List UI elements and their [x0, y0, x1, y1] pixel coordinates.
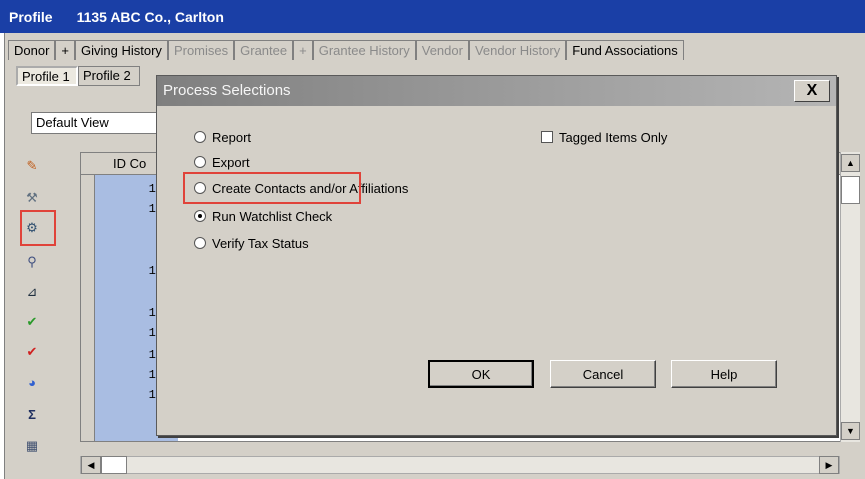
grid-cell[interactable]: 3 [95, 283, 165, 300]
help-button[interactable]: Help [671, 360, 777, 388]
process-selections-dialog: Process Selections X Report Export Creat… [156, 75, 837, 436]
dialog-title: Process Selections [157, 76, 836, 106]
grid-cell[interactable]: 11 [95, 181, 165, 198]
tab-profile-2[interactable]: Profile 2 [78, 66, 140, 86]
grid-cell[interactable]: 11 [95, 347, 165, 364]
tab-giving-history[interactable]: Giving History [75, 40, 168, 60]
highlight-process-icon [20, 210, 56, 246]
grid-cell[interactable]: 11 [95, 367, 165, 384]
window-titlebar: Profile 1135 ABC Co., Carlton [0, 0, 865, 33]
scroll-thumb[interactable] [841, 176, 860, 204]
tab-promises[interactable]: Promises [167, 40, 235, 60]
tab-fund-associations[interactable]: Fund Associations [566, 40, 684, 60]
grid-cell[interactable]: 12 [95, 387, 165, 404]
grid-col-id[interactable]: ID Co [113, 156, 146, 171]
check-red-icon[interactable]: ✔ [22, 342, 42, 362]
pencil-icon[interactable]: ✎ [22, 156, 42, 176]
tagged-only-label: Tagged Items Only [559, 129, 668, 145]
scroll-up-icon[interactable]: ▲ [841, 154, 860, 172]
grid-cell[interactable]: 3 [95, 243, 165, 260]
module-title: Profile [9, 8, 53, 25]
wrench-icon[interactable]: ⚒ [22, 188, 42, 208]
radio-run-watchlist[interactable] [194, 210, 206, 222]
tab-donor[interactable]: Donor [8, 40, 56, 60]
option-report-label: Report [212, 129, 252, 145]
option-verify-tax[interactable]: Verify Tax Status [194, 234, 309, 252]
highlight-run-watchlist [183, 172, 361, 204]
option-export-label: Export [212, 154, 250, 170]
tab-profile-1[interactable]: Profile 1 [16, 66, 78, 86]
scroll-right-icon[interactable]: ▶ [819, 456, 839, 474]
search-icon[interactable]: ⚲ [22, 252, 42, 272]
grid-cell[interactable]: 11 [95, 201, 165, 218]
grid-cell[interactable]: 14 [95, 305, 165, 322]
grid-cell[interactable]: 12 [95, 263, 165, 280]
view-select[interactable]: Default View [31, 112, 157, 134]
tab-vendor[interactable]: Vendor [415, 40, 469, 60]
scroll-down-icon[interactable]: ▼ [841, 422, 860, 440]
grid-vertical-scrollbar[interactable]: ▲ ▼ [840, 152, 860, 442]
hscroll-thumb[interactable] [101, 456, 127, 474]
tabs-row-secondary: Profile 1 Profile 2 [16, 66, 140, 86]
tab-grantee[interactable]: Grantee [234, 40, 294, 60]
report-icon[interactable]: ▦ [22, 436, 42, 456]
radio-export[interactable] [194, 156, 206, 168]
tab-vendor-history[interactable]: Vendor History [468, 40, 567, 60]
filter-icon[interactable]: ⊿ [22, 282, 42, 302]
close-icon[interactable]: X [794, 80, 830, 102]
check-green-icon[interactable]: ✔ [22, 312, 42, 332]
option-run-watchlist[interactable]: Run Watchlist Check [194, 207, 332, 225]
radio-report[interactable] [194, 131, 206, 143]
grid-cell[interactable] [95, 221, 165, 238]
grid-horizontal-scrollbar[interactable]: ◀ ▶ [80, 456, 840, 474]
sum-icon[interactable]: Σ [22, 404, 42, 424]
option-verify-tax-label: Verify Tax Status [212, 235, 309, 251]
tabs-row-primary: Donor + Giving History Promises Grantee … [8, 40, 684, 60]
option-report[interactable]: Report [194, 128, 251, 146]
ok-button[interactable]: OK [428, 360, 534, 388]
grid-row-headers [81, 175, 95, 441]
radio-verify-tax[interactable] [194, 237, 206, 249]
chart-icon[interactable]: ◕ [22, 372, 42, 392]
record-title: 1135 ABC Co., Carlton [76, 8, 224, 25]
tagged-only-checkbox[interactable]: Tagged Items Only [541, 128, 667, 146]
grid-cell[interactable]: 7 [95, 409, 165, 426]
scroll-left-icon[interactable]: ◀ [81, 456, 101, 474]
grid-cell[interactable]: 14 [95, 325, 165, 342]
tab-donor-plus[interactable]: + [55, 40, 76, 60]
option-export[interactable]: Export [194, 153, 250, 171]
tagged-only-box[interactable] [541, 131, 553, 143]
option-run-watchlist-label: Run Watchlist Check [212, 208, 333, 224]
tab-grantee-history[interactable]: Grantee History [312, 40, 416, 60]
cancel-button[interactable]: Cancel [550, 360, 656, 388]
tab-grantee-plus[interactable]: + [293, 40, 313, 60]
